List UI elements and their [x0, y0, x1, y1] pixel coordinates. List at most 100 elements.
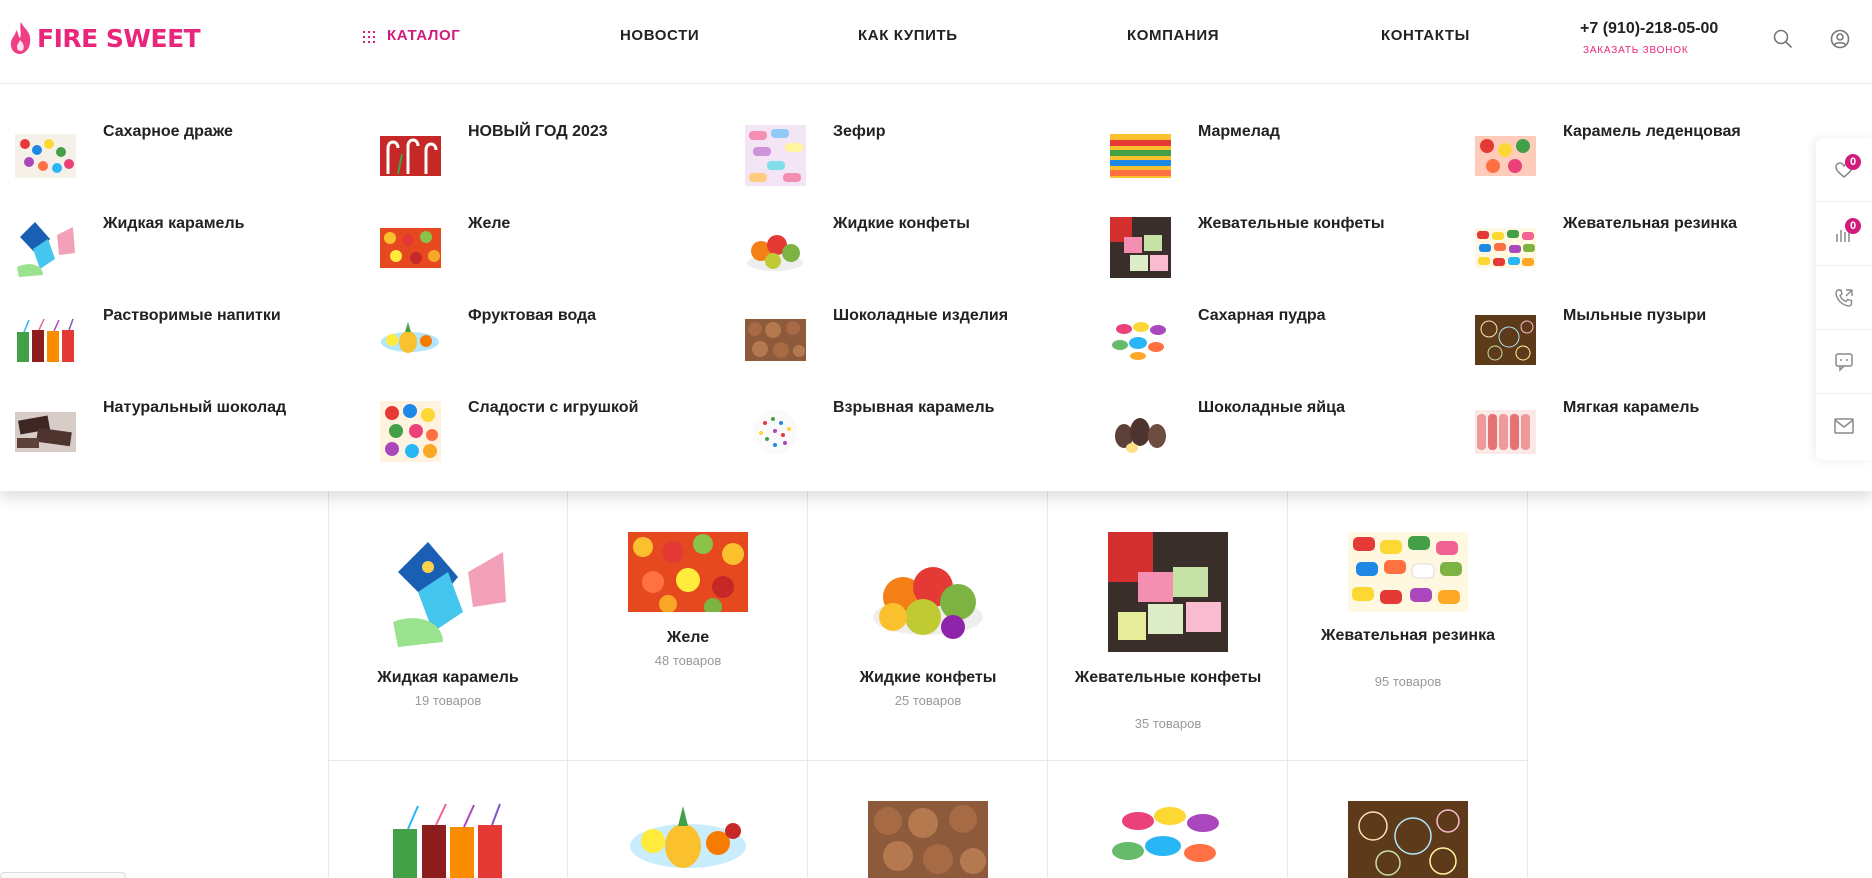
menu-item-label: Мыльные пузыри: [1563, 307, 1707, 324]
card-instant-drinks[interactable]: [328, 761, 568, 878]
card-count: 35 товаров: [1134, 716, 1202, 731]
menu-item-label: Сладости с игрушкой: [468, 399, 639, 416]
site-header: FIRE SWEET КАТАЛОГ НОВОСТИ КАК КУПИТЬ КО…: [0, 0, 1872, 84]
card-image: [1348, 801, 1468, 878]
card-title: Жевательные конфеты: [1074, 669, 1262, 686]
card-fruit-water[interactable]: [568, 761, 808, 878]
card-title: Жидкие конфеты: [859, 669, 997, 686]
menu-item-label: Сахарная пудра: [1198, 307, 1326, 324]
menu-item-label: Сахарное драже: [103, 123, 233, 140]
menu-item-marmalade[interactable]: Мармелад: [1095, 85, 1455, 178]
favorites-count-badge: 0: [1845, 154, 1861, 170]
card-powdered-sugar[interactable]: [1048, 761, 1288, 878]
card-image: [1108, 801, 1228, 878]
mail-icon: [1834, 418, 1854, 434]
menu-item-label: Жидкая карамель: [103, 215, 245, 232]
menu-item-label: Шоколадные яйца: [1198, 399, 1346, 416]
menu-item-label: Взрывная карамель: [833, 399, 995, 416]
menu-item-label: Натуральный шоколад: [103, 399, 287, 416]
compare-count-badge: 0: [1845, 218, 1861, 234]
menu-item-zefir[interactable]: Зефир: [730, 85, 1090, 186]
menu-item-label: Мармелад: [1198, 123, 1280, 140]
menu-item-chewing-gum[interactable]: Жевательная резинка: [1460, 177, 1820, 268]
catalog-grid-icon[interactable]: [363, 31, 375, 43]
card-count: 25 товаров: [894, 693, 962, 708]
card-chocolate-products[interactable]: [808, 761, 1048, 878]
logo-text: FIRE SWEET: [37, 23, 201, 53]
menu-item-new-year-2023[interactable]: НОВЫЙ ГОД 2023: [365, 85, 725, 176]
menu-item-label: Жидкие конфеты: [833, 215, 970, 232]
card-soap-bubbles[interactable]: [1288, 761, 1528, 878]
nav-contacts[interactable]: КОНТАКТЫ: [1381, 27, 1470, 44]
menu-item-thumb: [380, 401, 441, 462]
menu-item-thumb: [1110, 401, 1171, 462]
menu-item-chocolate-products[interactable]: Шоколадные изделия: [730, 269, 1090, 361]
order-call-link[interactable]: ЗАКАЗАТЬ ЗВОНОК: [1583, 45, 1688, 56]
menu-item-sugar-dragee[interactable]: Сахарное драже: [0, 85, 360, 178]
menu-item-thumb: [1475, 401, 1536, 462]
catalog-menu-grid: Сахарное драже НОВЫЙ ГОД 2023 Зефир Марм…: [0, 85, 1830, 491]
card-count: 19 товаров: [414, 693, 482, 708]
user-icon[interactable]: [1829, 28, 1851, 50]
callback-phone-icon: [1835, 288, 1853, 307]
side-floating-panel: 0 0: [1816, 138, 1872, 460]
menu-item-popping-candy[interactable]: Взрывная карамель: [730, 361, 1090, 454]
compare-button[interactable]: 0: [1816, 202, 1872, 266]
card-image: [1108, 532, 1228, 652]
menu-item-label: Жевательные конфеты: [1198, 215, 1385, 232]
card-title: Жевательная резинка: [1321, 627, 1495, 644]
menu-item-thumb: [15, 401, 76, 462]
menu-item-instant-drinks[interactable]: Растворимые напитки: [0, 269, 360, 362]
card-image: [868, 532, 988, 652]
nav-how-to-buy[interactable]: КАК КУПИТЬ: [858, 27, 958, 44]
nav-catalog[interactable]: КАТАЛОГ: [387, 27, 460, 44]
card-liquid-candies[interactable]: Жидкие конфеты 25 товаров: [808, 490, 1048, 761]
callback-button[interactable]: [1816, 266, 1872, 330]
mail-button[interactable]: [1816, 394, 1872, 458]
menu-item-lollipop-caramel[interactable]: Карамель леденцовая: [1460, 85, 1820, 176]
menu-item-label: Фруктовая вода: [468, 307, 597, 324]
card-image: [628, 801, 748, 878]
card-image: [388, 801, 508, 878]
card-jelly[interactable]: Желе 48 товаров: [568, 490, 808, 761]
menu-item-sweets-with-toy[interactable]: Сладости с игрушкой: [365, 361, 725, 462]
menu-item-thumb: [745, 401, 806, 462]
menu-item-soap-bubbles[interactable]: Мыльные пузыри: [1460, 269, 1820, 365]
nav-company[interactable]: КОМПАНИЯ: [1127, 27, 1219, 44]
menu-item-fruit-water[interactable]: Фруктовая вода: [365, 269, 725, 353]
chat-icon: [1835, 352, 1853, 372]
card-image: [628, 532, 748, 612]
menu-item-label: Жевательная резинка: [1563, 215, 1737, 232]
menu-item-label: Зефир: [833, 123, 886, 140]
menu-item-powdered-sugar[interactable]: Сахарная пудра: [1095, 269, 1455, 360]
menu-item-label: НОВЫЙ ГОД 2023: [468, 123, 608, 140]
menu-item-label: Карамель леденцовая: [1563, 123, 1741, 140]
menu-item-chocolate-eggs[interactable]: Шоколадные яйца: [1095, 361, 1455, 453]
card-count: 95 товаров: [1374, 674, 1442, 689]
catalog-mega-menu: Сахарное драже НОВЫЙ ГОД 2023 Зефир Марм…: [0, 85, 1872, 491]
menu-item-label: Шоколадные изделия: [833, 307, 1009, 324]
menu-item-natural-chocolate[interactable]: Натуральный шоколад: [0, 361, 360, 452]
menu-item-jelly[interactable]: Желе: [365, 177, 725, 268]
site-logo[interactable]: FIRE SWEET: [8, 18, 201, 58]
menu-item-soft-caramel[interactable]: Мягкая карамель: [1460, 361, 1820, 454]
menu-item-liquid-caramel[interactable]: Жидкая карамель: [0, 177, 360, 278]
card-liquid-caramel[interactable]: Жидкая карамель 19 товаров: [328, 490, 568, 761]
header-phone[interactable]: +7 (910)-218-05-00: [1580, 20, 1718, 38]
card-chewing-candies[interactable]: Жевательные конфеты 35 товаров: [1048, 490, 1288, 761]
menu-item-chewing-candies[interactable]: Жевательные конфеты: [1095, 177, 1455, 278]
menu-item-liquid-candies[interactable]: Жидкие конфеты: [730, 177, 1090, 271]
menu-item-label: Растворимые напитки: [103, 307, 281, 324]
card-title: Жидкая карамель: [377, 669, 519, 686]
card-count: 48 товаров: [654, 653, 722, 668]
menu-item-label: Желе: [468, 215, 511, 232]
card-title: Желе: [666, 629, 710, 646]
card-image: [388, 532, 508, 652]
chat-button[interactable]: [1816, 330, 1872, 394]
card-chewing-gum[interactable]: Жевательная резинка 95 товаров: [1288, 490, 1528, 761]
card-image: [868, 801, 988, 878]
nav-news[interactable]: НОВОСТИ: [620, 27, 699, 44]
card-image: [1348, 532, 1468, 612]
search-icon[interactable]: [1772, 28, 1794, 50]
favorites-button[interactable]: 0: [1816, 138, 1872, 202]
